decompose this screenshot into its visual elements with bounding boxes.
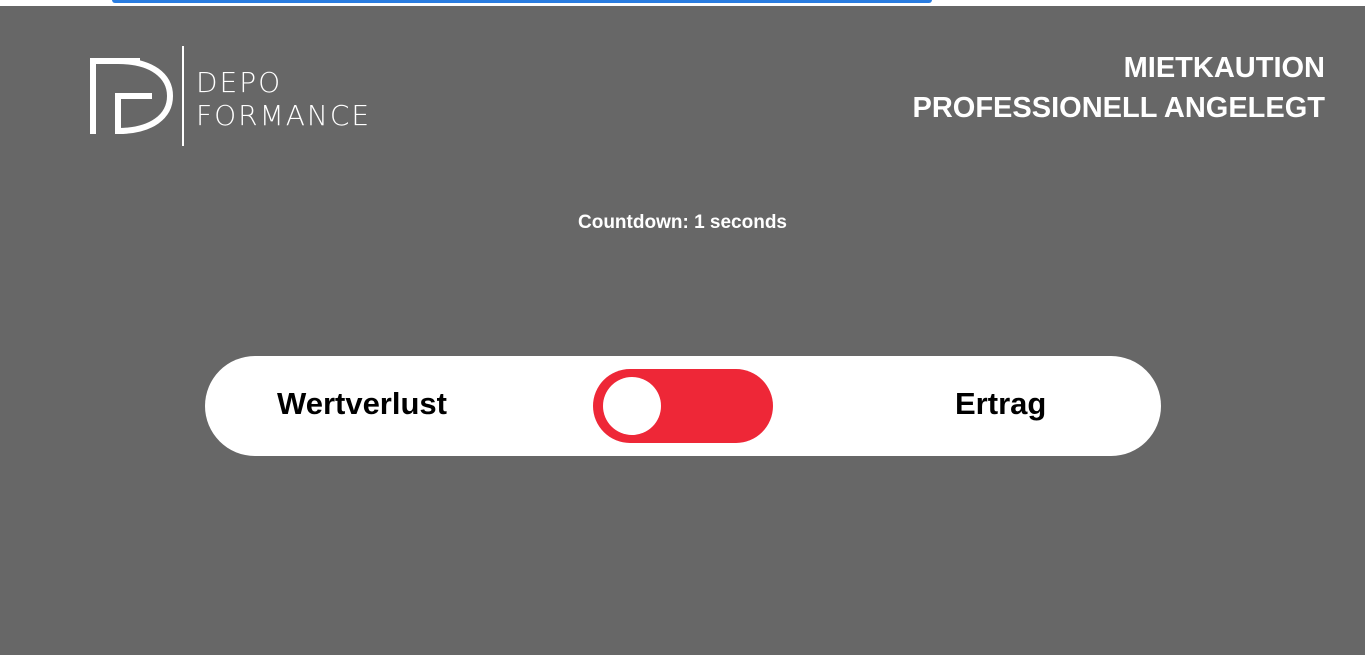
label-wertverlust: Wertverlust <box>277 386 447 421</box>
countdown-text: Countdown: 1 seconds <box>578 212 787 233</box>
brand-wordmark: DEPO FORMANCE <box>196 66 371 132</box>
header-tagline: MIETKAUTION PROFESSIONELL ANGELEGT <box>913 48 1326 128</box>
main-stage: DEPO FORMANCE MIETKAUTION PROFESSIONELL … <box>0 6 1365 655</box>
switch-panel: Wertverlust Ertrag <box>205 356 1161 456</box>
top-accent-line <box>112 0 932 3</box>
label-ertrag: Ertrag <box>955 386 1047 421</box>
tagline-line-1: MIETKAUTION <box>1123 52 1325 84</box>
toggle-switch[interactable] <box>593 369 773 443</box>
tagline-line-2: PROFESSIONELL ANGELEGT <box>912 92 1326 124</box>
brand-line-2: FORMANCE <box>196 99 372 132</box>
logo-divider <box>182 46 184 146</box>
brand-logo: DEPO FORMANCE <box>88 46 398 146</box>
df-monogram-icon <box>90 58 174 134</box>
toggle-knob[interactable] <box>603 377 661 435</box>
brand-line-1: DEPO <box>196 66 283 99</box>
